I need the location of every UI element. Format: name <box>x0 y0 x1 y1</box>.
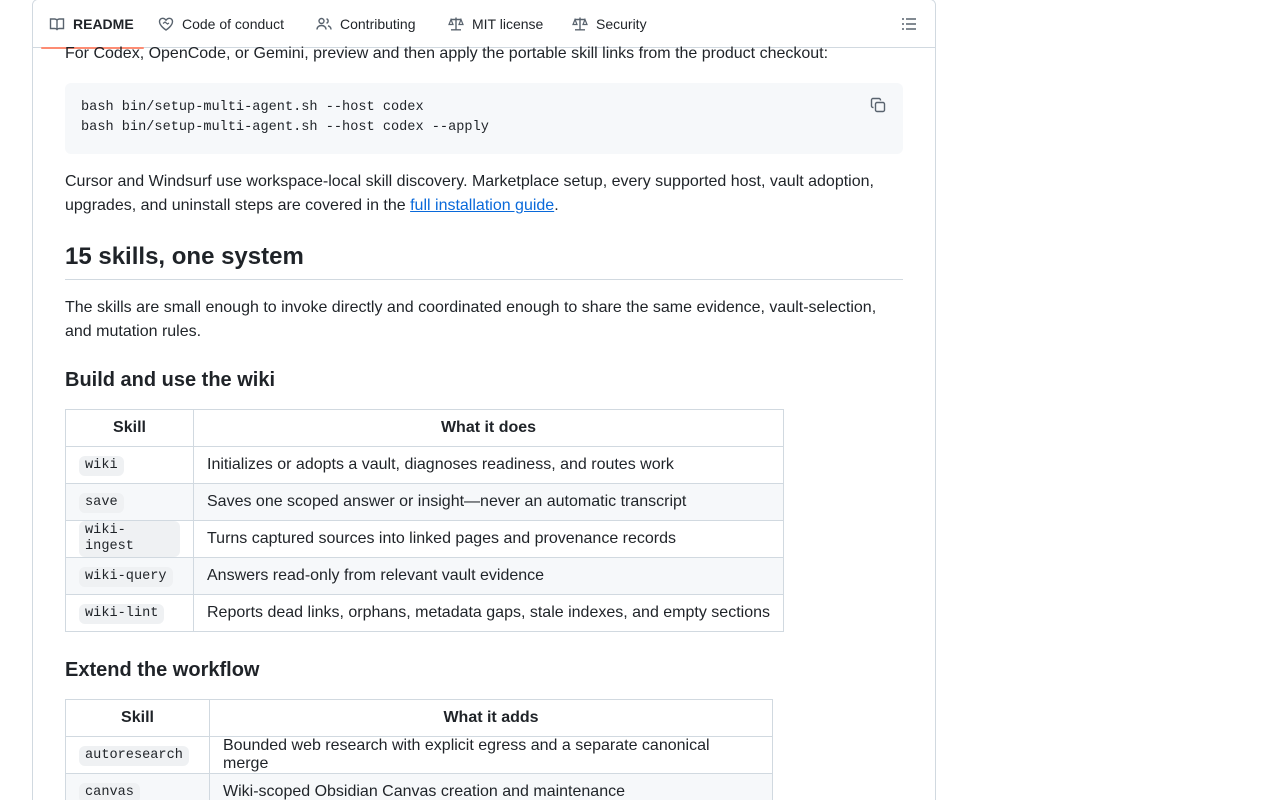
heart-handshake-icon <box>158 16 174 32</box>
skill-name: wiki-query <box>79 566 173 587</box>
section-heading: 15 skills, one system <box>65 239 903 280</box>
table-row: autoresearch Bounded web research with e… <box>65 736 773 774</box>
readme-tab-bar: README Code of conduct Contributing MIT … <box>33 0 935 49</box>
code-line: bash bin/setup-multi-agent.sh --host cod… <box>81 100 424 115</box>
tab-label: Security <box>596 16 647 32</box>
table-row: wiki-query Answers read-only from releva… <box>65 557 784 595</box>
skill-name: wiki-ingest <box>79 521 180 557</box>
table-row: canvas Wiki-scoped Obsidian Canvas creat… <box>65 773 773 800</box>
tab-readme[interactable]: README <box>41 0 144 49</box>
list-unordered-icon <box>902 18 916 30</box>
build-heading: Build and use the wiki <box>65 369 276 391</box>
tab-label: Code of conduct <box>182 16 284 32</box>
tab-code-of-conduct[interactable]: Code of conduct <box>158 0 284 48</box>
install-paragraph: Cursor and Windsurf use workspace-local … <box>65 170 903 218</box>
skill-description: Bounded web research with explicit egres… <box>209 736 773 774</box>
build-table: Skill What it does wiki Initializes or a… <box>65 409 784 632</box>
outline-toc-button[interactable] <box>901 16 919 32</box>
copy-icon <box>870 97 886 113</box>
skill-name: wiki-lint <box>79 603 165 624</box>
people-icon <box>316 16 332 32</box>
table-row: wiki-ingest Turns captured sources into … <box>65 520 784 558</box>
code-block: bash bin/setup-multi-agent.sh --host cod… <box>65 83 903 154</box>
code-line: bash bin/setup-multi-agent.sh --host cod… <box>81 120 489 135</box>
tab-security[interactable]: Security <box>572 0 647 48</box>
table-header: What it does <box>193 409 784 447</box>
skill-description: Turns captured sources into linked pages… <box>193 520 784 558</box>
skill-name: wiki <box>79 455 124 476</box>
tab-label: Contributing <box>340 16 416 32</box>
skill-name: save <box>79 492 124 513</box>
table-header: What it adds <box>209 699 773 737</box>
tab-contributing[interactable]: Contributing <box>316 0 416 48</box>
table-row: wiki Initializes or adopts a vault, diag… <box>65 446 784 484</box>
table-header: Skill <box>65 699 210 737</box>
table-row: save Saves one scoped answer or insight—… <box>65 483 784 521</box>
extend-heading: Extend the workflow <box>65 659 260 681</box>
readme-panel: README Code of conduct Contributing MIT … <box>32 0 936 800</box>
skill-description: Saves one scoped answer or insight—never… <box>193 483 784 521</box>
book-icon <box>49 16 65 32</box>
skill-description: Initializes or adopts a vault, diagnoses… <box>193 446 784 484</box>
intro-paragraph: For Codex, OpenCode, or Gemini, preview … <box>65 45 829 62</box>
skill-name: canvas <box>79 782 140 800</box>
table-row: wiki-lint Reports dead links, orphans, m… <box>65 594 784 632</box>
table-header: Skill <box>65 409 194 447</box>
tab-label: MIT license <box>472 16 544 32</box>
skill-description: Reports dead links, orphans, metadata ga… <box>193 594 784 632</box>
scale-icon <box>572 16 588 32</box>
tab-mit-license[interactable]: MIT license <box>448 0 543 48</box>
install-text-end: . <box>554 197 559 214</box>
section-paragraph: The skills are small enough to invoke di… <box>65 299 877 340</box>
skill-name: autoresearch <box>79 745 189 766</box>
scale-icon <box>448 16 464 32</box>
tab-label: README <box>73 16 134 32</box>
skill-description: Wiki-scoped Obsidian Canvas creation and… <box>209 773 773 800</box>
skill-description: Answers read-only from relevant vault ev… <box>193 557 784 595</box>
extend-table: Skill What it adds autoresearch Bounded … <box>65 699 773 800</box>
copy-button[interactable] <box>870 97 888 115</box>
full-installation-guide-link[interactable]: full installation guide <box>410 197 554 214</box>
